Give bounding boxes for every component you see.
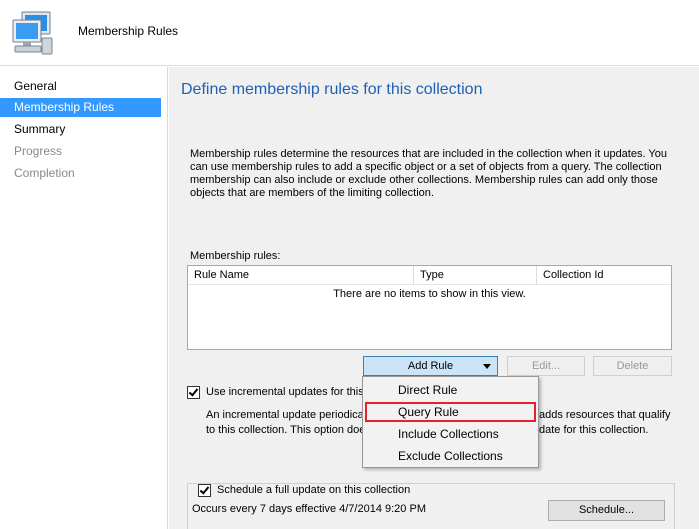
checkmark-icon xyxy=(188,386,199,397)
incremental-updates-checkbox[interactable] xyxy=(187,386,200,399)
schedule-description: Occurs every 7 days effective 4/7/2014 9… xyxy=(192,503,426,515)
checkmark-icon xyxy=(199,484,210,495)
chevron-down-icon xyxy=(483,364,491,369)
menu-item-direct-rule[interactable]: Direct Rule xyxy=(365,380,536,400)
page-title: Define membership rules for this collect… xyxy=(181,81,483,98)
delete-button[interactable]: Delete xyxy=(593,356,672,376)
incremental-updates-label: Use incremental updates for this c xyxy=(206,386,373,398)
menu-item-exclude-collections[interactable]: Exclude Collections xyxy=(365,446,536,466)
incremental-desc-line1-right: adds resources that qualify xyxy=(539,409,671,421)
nav-item-membership-rules[interactable]: Membership Rules xyxy=(0,98,161,117)
membership-rules-label: Membership rules: xyxy=(190,250,281,262)
column-type[interactable]: Type xyxy=(414,266,537,285)
page-description: Membership rules determine the resources… xyxy=(190,148,667,199)
add-rule-menu: Direct Rule Query Rule Include Collectio… xyxy=(362,376,539,468)
column-rule-name[interactable]: Rule Name xyxy=(188,266,414,285)
computer-collection-icon xyxy=(8,8,58,58)
incremental-desc-line2-right: date for this collection. xyxy=(539,424,649,436)
menu-item-query-rule[interactable]: Query Rule xyxy=(365,402,536,422)
schedule-full-update-label: Schedule a full update on this collectio… xyxy=(217,484,411,496)
schedule-button[interactable]: Schedule... xyxy=(548,500,665,521)
membership-rules-list[interactable]: Rule Name Type Collection Id There are n… xyxy=(187,265,672,350)
menu-item-include-collections[interactable]: Include Collections xyxy=(365,424,536,444)
column-collection-id[interactable]: Collection Id xyxy=(537,266,671,285)
incremental-desc-line1-left: An incremental update periodical xyxy=(206,409,367,421)
empty-list-message: There are no items to show in this view. xyxy=(333,288,526,300)
nav-item-general[interactable]: General xyxy=(0,77,161,96)
nav-item-summary[interactable]: Summary xyxy=(0,120,161,139)
wizard-header: Membership Rules xyxy=(0,0,699,66)
nav-item-completion: Completion xyxy=(14,166,75,180)
schedule-full-update-checkbox[interactable] xyxy=(198,484,211,497)
edit-button[interactable]: Edit... xyxy=(507,356,585,376)
add-rule-button[interactable]: Add Rule xyxy=(363,356,498,376)
incremental-desc-line2-left: to this collection. This option doe xyxy=(206,424,366,436)
nav-item-progress: Progress xyxy=(14,144,63,158)
wizard-title: Membership Rules xyxy=(78,24,179,38)
add-rule-label: Add Rule xyxy=(407,360,454,372)
wizard-sidebar: General Membership Rules Summary Progres… xyxy=(0,67,168,529)
full-update-groupbox: Schedule a full update on this collectio… xyxy=(187,483,675,529)
